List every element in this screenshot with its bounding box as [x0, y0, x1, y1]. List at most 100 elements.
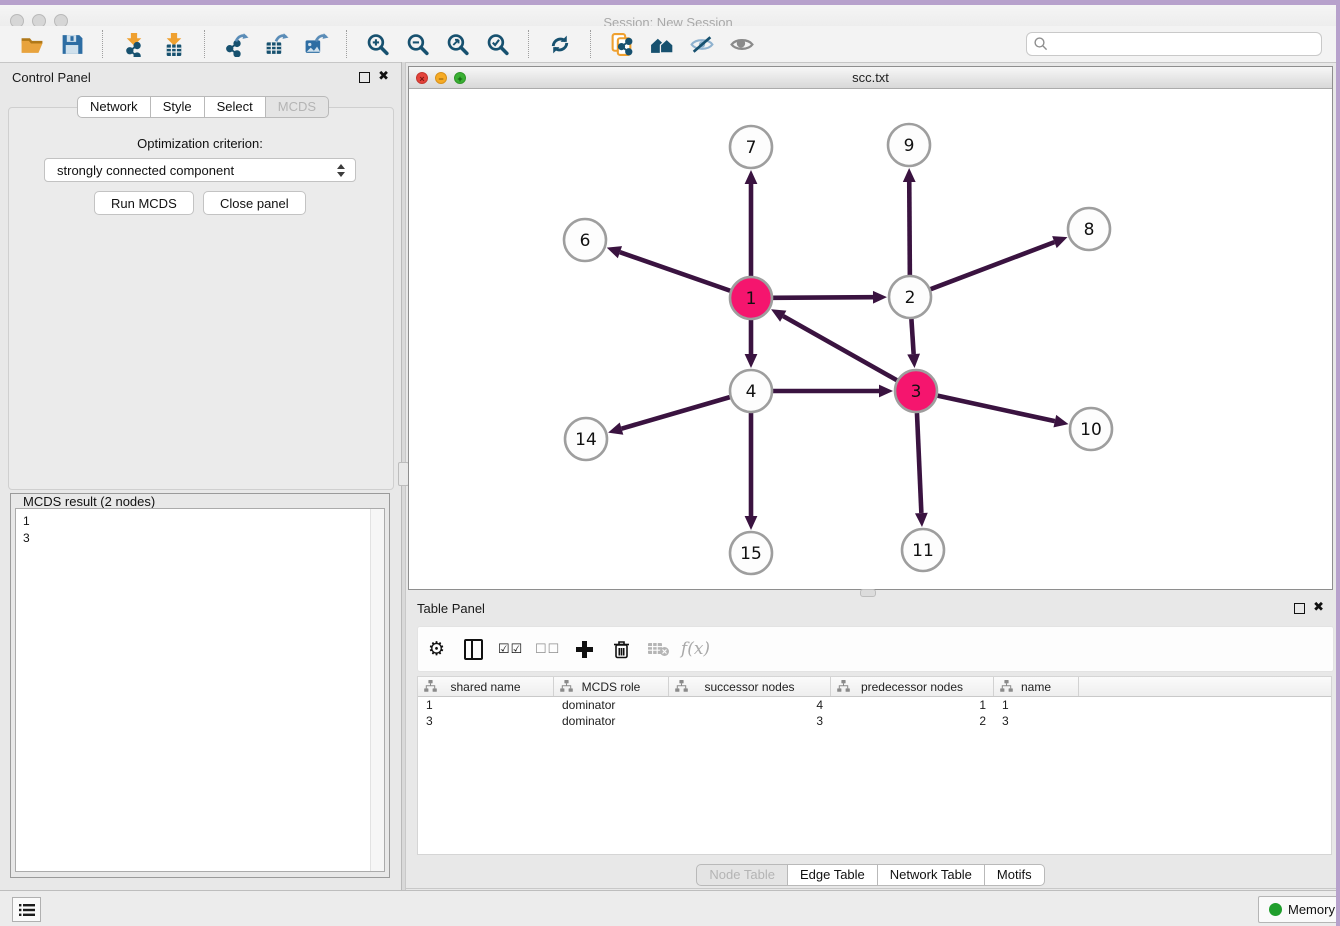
table-row[interactable]: 1dominator411: [418, 697, 1331, 713]
edge-1-2[interactable]: [773, 297, 873, 298]
edge-arrowhead: [915, 513, 928, 527]
table-cell[interactable]: 1: [831, 697, 994, 713]
network-canvas[interactable]: 1234678910111415: [409, 89, 1332, 589]
table-cell[interactable]: 1: [418, 697, 554, 713]
optimization-criterion-label: Optimization criterion:: [8, 136, 392, 151]
edge-4-14[interactable]: [622, 397, 730, 429]
column-header-successor-nodes[interactable]: successor nodes: [669, 677, 831, 696]
import-table-button[interactable]: [154, 29, 194, 59]
edge-2-8[interactable]: [931, 242, 1055, 289]
table-cell[interactable]: 3: [418, 713, 554, 729]
import-network-icon: [121, 32, 147, 57]
tab-edge-table[interactable]: Edge Table: [788, 864, 878, 886]
column-header-name[interactable]: name: [994, 677, 1079, 696]
tab-motifs[interactable]: Motifs: [985, 864, 1045, 886]
table-body: 1dominator4113dominator323: [418, 697, 1331, 729]
status-bar: [0, 890, 1336, 926]
column-header-MCDS-role[interactable]: MCDS role: [554, 677, 669, 696]
export-network-icon: [223, 32, 249, 57]
table-cell[interactable]: dominator: [554, 713, 669, 729]
zoom-in-button[interactable]: [358, 29, 398, 59]
zoom-selected-button[interactable]: [478, 29, 518, 59]
tab-network-table[interactable]: Network Table: [878, 864, 985, 886]
tab-node-table[interactable]: Node Table: [696, 864, 788, 886]
memory-button[interactable]: Memory: [1258, 896, 1340, 923]
table-cell[interactable]: dominator: [554, 697, 669, 713]
control-panel-float-icon[interactable]: [359, 72, 370, 83]
control-panel-header: Control Panel ✖: [0, 62, 401, 92]
optimization-criterion-value: strongly connected component: [45, 163, 333, 178]
edge-2-3[interactable]: [911, 319, 913, 354]
edge-arrowhead: [745, 516, 758, 530]
mcds-result-scrollbar[interactable]: [370, 509, 384, 871]
save-session-icon: [59, 32, 85, 57]
window-titlebar: Session: New Session: [0, 5, 1336, 27]
node-label-8: 8: [1084, 220, 1095, 240]
close-panel-button[interactable]: Close panel: [203, 191, 306, 215]
table-cell[interactable]: 1: [994, 697, 1079, 713]
deselect-all-columns-button[interactable]: ☐☐: [529, 631, 566, 667]
select-all-columns-button[interactable]: ☑☑: [492, 631, 529, 667]
column-header-predecessor-nodes[interactable]: predecessor nodes: [831, 677, 994, 696]
table-panel-close-icon[interactable]: ✖: [1313, 603, 1324, 613]
save-session-button[interactable]: [52, 29, 92, 59]
control-panel-close-icon[interactable]: ✖: [378, 72, 389, 82]
first-neighbors-button[interactable]: [602, 29, 642, 59]
tab-mcds[interactable]: MCDS: [266, 96, 329, 118]
edge-3-11[interactable]: [917, 413, 921, 513]
edge-3-10[interactable]: [937, 396, 1054, 421]
toolbar-separator: [528, 30, 530, 58]
tab-style[interactable]: Style: [151, 96, 205, 118]
mcds-result-textarea[interactable]: 1 3: [15, 508, 385, 872]
home-icon: [649, 32, 675, 57]
table-mode-button[interactable]: ⚙: [418, 631, 455, 667]
refresh-view-button[interactable]: [540, 29, 580, 59]
task-history-button[interactable]: [12, 897, 41, 922]
tab-network[interactable]: Network: [77, 96, 151, 118]
memory-status-icon: [1269, 903, 1282, 916]
hide-selected-button[interactable]: [682, 29, 722, 59]
open-session-button[interactable]: [12, 29, 52, 59]
first-neighbors-icon: [609, 32, 635, 57]
table-cell[interactable]: 3: [669, 713, 831, 729]
home-button[interactable]: [642, 29, 682, 59]
edge-3-1[interactable]: [783, 316, 897, 380]
optimization-criterion-select[interactable]: strongly connected component: [44, 158, 356, 182]
show-hidden-button[interactable]: [722, 29, 762, 59]
export-image-button[interactable]: [296, 29, 336, 59]
column-header-shared-name[interactable]: shared name: [418, 677, 554, 696]
import-network-button[interactable]: [114, 29, 154, 59]
export-network-button[interactable]: [216, 29, 256, 59]
table-header-row: shared nameMCDS role successor nodes prede…: [418, 677, 1331, 697]
control-panel-title: Control Panel: [0, 70, 91, 85]
node-table[interactable]: shared nameMCDS role successor nodes prede…: [417, 676, 1332, 855]
table-panel-float-icon[interactable]: [1294, 603, 1305, 614]
export-table-button[interactable]: [256, 29, 296, 59]
table-cell[interactable]: 3: [994, 713, 1079, 729]
search-input[interactable]: [1026, 32, 1322, 56]
node-label-7: 7: [746, 138, 757, 158]
table-cell[interactable]: 2: [831, 713, 994, 729]
edge-arrowhead: [745, 354, 758, 368]
edge-1-6[interactable]: [620, 252, 730, 291]
tab-select[interactable]: Select: [205, 96, 266, 118]
table-panel-header: Table Panel ✖: [405, 594, 1336, 622]
network-frame-titlebar[interactable]: × − + scc.txt: [409, 67, 1332, 89]
table-toolbar: ⚙☑☑☐☐f(x): [417, 626, 1334, 672]
column-header-label: successor nodes: [704, 680, 794, 694]
show-columns-button[interactable]: [455, 631, 492, 667]
node-label-1: 1: [746, 289, 757, 309]
run-mcds-button[interactable]: Run MCDS: [94, 191, 194, 215]
table-cell[interactable]: 4: [669, 697, 831, 713]
create-column-button[interactable]: [566, 631, 603, 667]
edge-2-9[interactable]: [909, 182, 910, 275]
search-icon: [1033, 36, 1049, 52]
table-panel-tabs: Node TableEdge TableNetwork TableMotifs: [405, 864, 1336, 886]
zoom-out-button[interactable]: [398, 29, 438, 59]
zoom-fit-content-icon: [445, 32, 471, 57]
export-table-icon: [263, 32, 289, 57]
table-row[interactable]: 3dominator323: [418, 713, 1331, 729]
zoom-fit-content-button[interactable]: [438, 29, 478, 59]
node-label-11: 11: [912, 541, 934, 561]
delete-columns-button[interactable]: [603, 631, 640, 667]
